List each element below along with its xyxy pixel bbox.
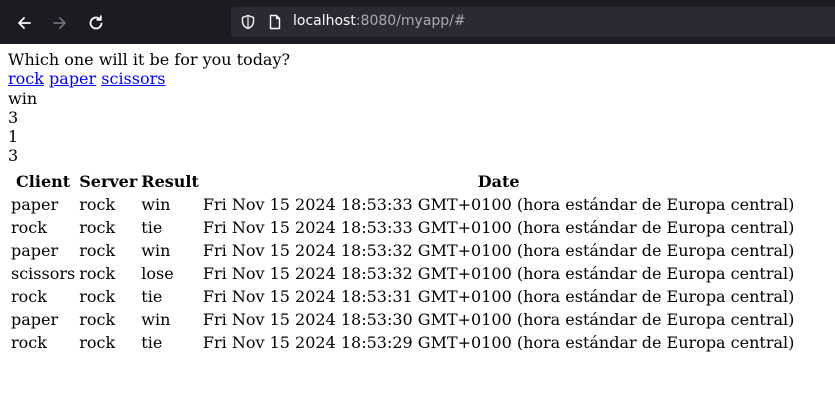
column-header-client: Client bbox=[16, 171, 71, 191]
client-cell: paper bbox=[11, 195, 59, 215]
result-cell: win bbox=[141, 241, 171, 261]
table-row: scissors rock lose Fri Nov 15 2024 18:53… bbox=[10, 263, 795, 284]
server-cell: rock bbox=[79, 287, 116, 307]
column-header-server: Server bbox=[79, 171, 138, 191]
column-header-result: Result bbox=[141, 171, 199, 191]
date-cell: Fri Nov 15 2024 18:53:29 GMT+0100 (hora … bbox=[202, 333, 795, 353]
arrow-right-icon bbox=[53, 17, 66, 29]
reload-icon bbox=[89, 15, 103, 30]
arrow-left-icon bbox=[18, 17, 31, 29]
results-table: Client Server Result Date paper rock win… bbox=[8, 169, 797, 355]
client-cell: paper bbox=[11, 241, 59, 261]
server-cell: rock bbox=[79, 333, 116, 353]
url-path: :8080/myapp/# bbox=[355, 13, 466, 29]
date-cell: Fri Nov 15 2024 18:53:33 GMT+0100 (hora … bbox=[202, 218, 795, 238]
stat-value: 3 bbox=[8, 146, 19, 166]
page-content: Which one will it be for you today? rock… bbox=[8, 50, 797, 355]
url-text[interactable]: localhost:8080/myapp/# bbox=[293, 13, 466, 29]
table-row: paper rock win Fri Nov 15 2024 18:53:33 … bbox=[10, 194, 795, 215]
result-cell: lose bbox=[141, 264, 174, 284]
address-bar[interactable]: localhost:8080/myapp/# bbox=[231, 7, 835, 37]
page-info-icon[interactable] bbox=[267, 14, 283, 30]
back-button[interactable] bbox=[11, 10, 37, 36]
table-row: rock rock tie Fri Nov 15 2024 18:53:33 G… bbox=[10, 217, 795, 238]
result-cell: tie bbox=[141, 333, 163, 353]
forward-button[interactable] bbox=[47, 10, 73, 36]
prompt-text: Which one will it be for you today? bbox=[8, 50, 291, 69]
scissors-link[interactable]: scissors bbox=[101, 69, 165, 88]
date-cell: Fri Nov 15 2024 18:53:33 GMT+0100 (hora … bbox=[202, 195, 795, 215]
client-cell: paper bbox=[11, 310, 59, 330]
reload-button[interactable] bbox=[83, 10, 109, 36]
server-cell: rock bbox=[79, 195, 116, 215]
paper-link[interactable]: paper bbox=[49, 69, 96, 88]
date-cell: Fri Nov 15 2024 18:53:30 GMT+0100 (hora … bbox=[202, 310, 795, 330]
server-cell: rock bbox=[79, 218, 116, 238]
client-cell: rock bbox=[11, 218, 47, 238]
rock-link[interactable]: rock bbox=[8, 69, 44, 88]
shield-icon[interactable] bbox=[240, 14, 256, 30]
server-cell: rock bbox=[79, 310, 116, 330]
table-row: paper rock win Fri Nov 15 2024 18:53:32 … bbox=[10, 240, 795, 261]
table-row: paper rock win Fri Nov 15 2024 18:53:30 … bbox=[10, 309, 795, 330]
column-header-date: Date bbox=[477, 171, 520, 191]
client-cell: rock bbox=[11, 287, 47, 307]
table-row: rock rock tie Fri Nov 15 2024 18:53:31 G… bbox=[10, 286, 795, 307]
stat-value: 3 bbox=[8, 107, 19, 127]
server-cell: rock bbox=[79, 241, 116, 261]
choice-links: rock paper scissors bbox=[8, 69, 797, 88]
client-cell: rock bbox=[11, 333, 47, 353]
date-cell: Fri Nov 15 2024 18:53:32 GMT+0100 (hora … bbox=[202, 241, 795, 261]
table-row: rock rock tie Fri Nov 15 2024 18:53:29 G… bbox=[10, 332, 795, 353]
stat-value: 1 bbox=[8, 127, 19, 147]
browser-toolbar: localhost:8080/myapp/# bbox=[0, 0, 835, 44]
server-cell: rock bbox=[79, 264, 116, 284]
table-header-row: Client Server Result Date bbox=[10, 171, 795, 192]
result-cell: win bbox=[141, 195, 171, 215]
client-cell: scissors bbox=[11, 264, 76, 284]
last-result: win bbox=[8, 88, 38, 108]
date-cell: Fri Nov 15 2024 18:53:31 GMT+0100 (hora … bbox=[202, 287, 795, 307]
url-host: localhost bbox=[293, 13, 356, 29]
result-cell: tie bbox=[141, 287, 163, 307]
result-cell: tie bbox=[141, 218, 163, 238]
result-cell: win bbox=[141, 310, 171, 330]
date-cell: Fri Nov 15 2024 18:53:32 GMT+0100 (hora … bbox=[202, 264, 795, 284]
